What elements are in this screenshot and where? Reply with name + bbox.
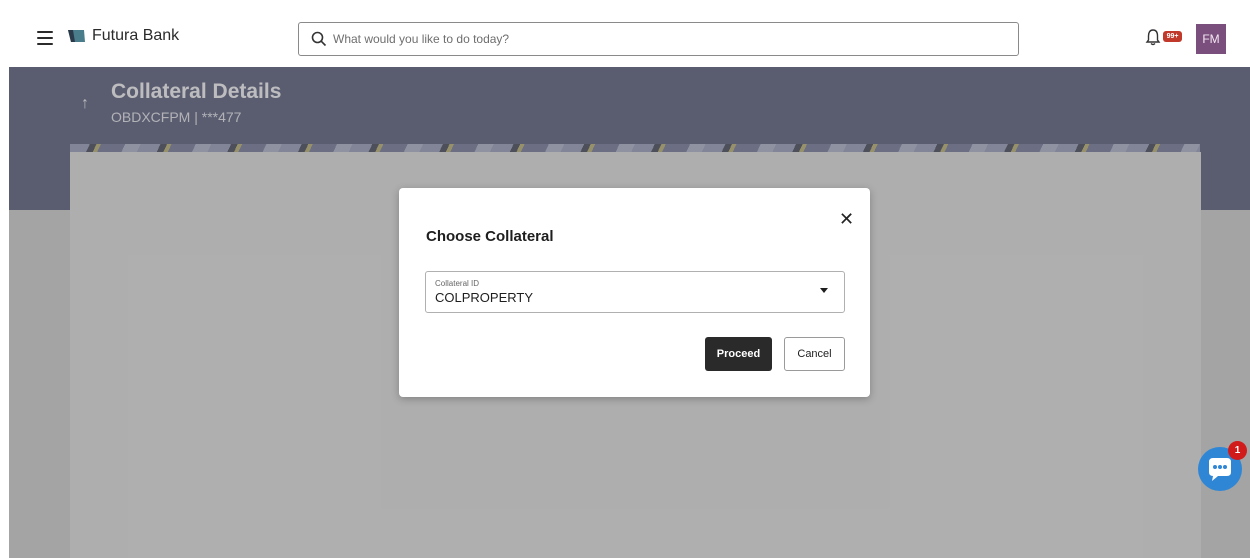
field-value: COLPROPERTY: [435, 290, 534, 305]
left-margin: [0, 0, 9, 558]
bell-icon[interactable]: [1145, 28, 1161, 46]
brand-name: Futura Bank: [92, 27, 180, 44]
search-input[interactable]: [333, 32, 973, 46]
dialog-title: Choose Collateral: [426, 228, 554, 245]
close-icon[interactable]: ✕: [839, 210, 854, 228]
notification-badge[interactable]: 99+: [1163, 31, 1182, 42]
bank-logo-icon: [68, 30, 85, 42]
top-bar: Futura Bank 99+ FM: [9, 10, 1250, 67]
choose-collateral-dialog: Choose Collateral ✕ Collateral ID COLPRO…: [399, 188, 870, 397]
chat-badge: 1: [1228, 441, 1247, 460]
avatar[interactable]: FM: [1196, 24, 1226, 54]
field-label: Collateral ID: [435, 279, 480, 288]
collateral-id-select[interactable]: Collateral ID COLPROPERTY: [425, 271, 845, 313]
menu-icon[interactable]: [37, 31, 53, 45]
cancel-button[interactable]: Cancel: [784, 337, 845, 371]
chevron-down-icon: [820, 288, 828, 293]
brand-logo[interactable]: Futura Bank: [67, 27, 179, 45]
proceed-button[interactable]: Proceed: [705, 337, 772, 371]
search-bar[interactable]: [298, 22, 1019, 56]
search-icon: [311, 31, 327, 47]
